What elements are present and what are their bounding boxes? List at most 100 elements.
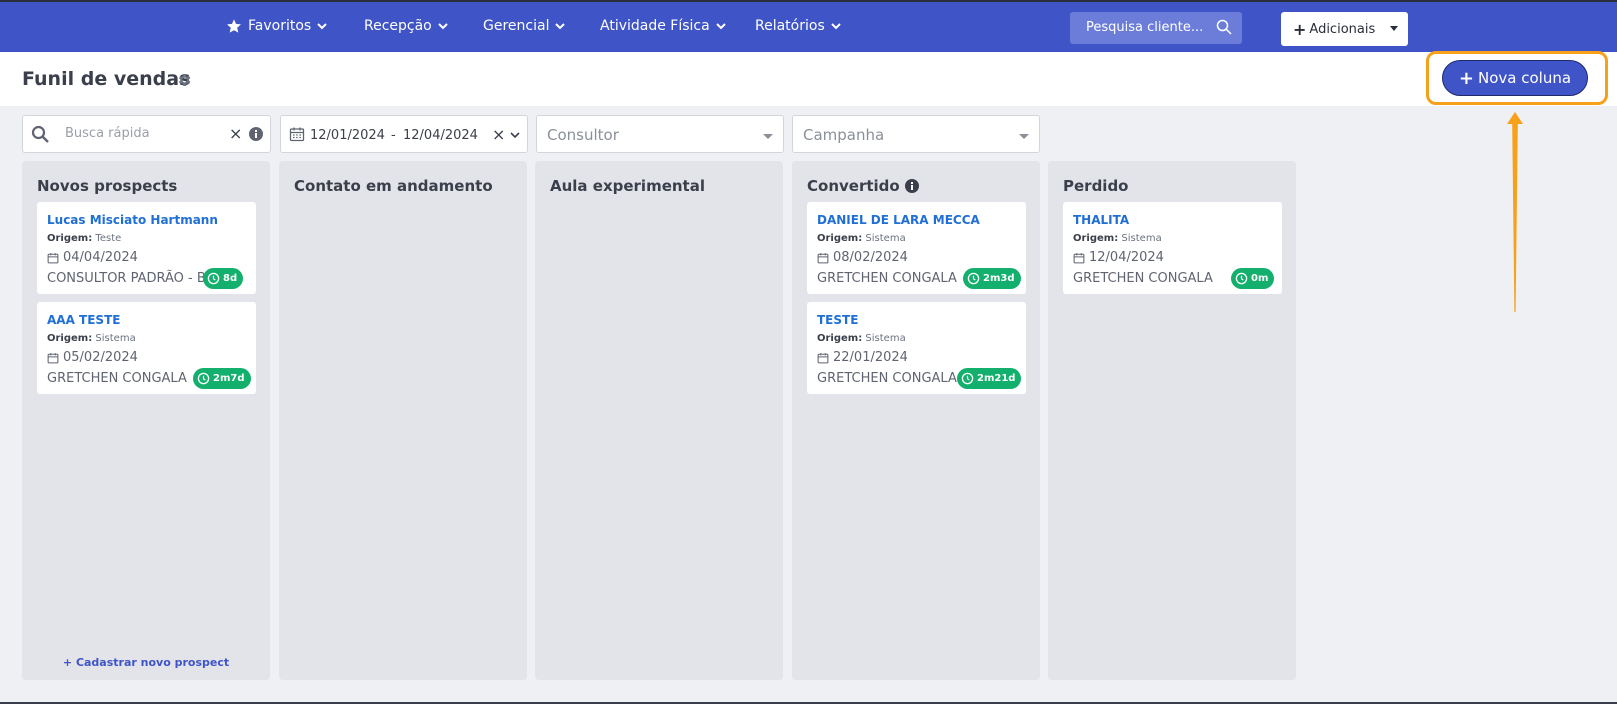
chevron-down-icon xyxy=(317,23,327,30)
gear-icon[interactable] xyxy=(176,72,192,88)
prospect-card[interactable]: AAA TESTE Origem: Sistema 05/02/2024 GRE… xyxy=(37,302,256,394)
date-value: 05/02/2024 xyxy=(63,350,138,365)
nav-recepcao[interactable]: Recepção xyxy=(364,18,448,34)
date-from[interactable]: 12/01/2024 xyxy=(310,128,385,143)
info-icon[interactable] xyxy=(249,127,263,141)
column-title: Convertido xyxy=(807,177,900,195)
adicionais-label: Adicionais xyxy=(1309,21,1376,37)
consultor-select[interactable]: Consultor xyxy=(536,115,784,153)
date-value: 12/04/2024 xyxy=(1089,250,1164,265)
info-icon[interactable] xyxy=(904,179,919,193)
column-title-wrap: Convertido xyxy=(807,177,919,195)
plus-icon: + xyxy=(1293,19,1307,39)
cadastrar-prospect-label: Cadastrar novo prospect xyxy=(75,656,230,669)
prospect-consultant: GRETCHEN CONGALA xyxy=(817,271,957,286)
time-badge: 2m21d xyxy=(957,368,1022,389)
column-title: Contato em andamento xyxy=(294,177,493,195)
date-value: 22/01/2024 xyxy=(833,350,908,365)
badge-value: 2m21d xyxy=(977,373,1016,384)
prospect-consultant: GRETCHEN CONGALA xyxy=(817,371,957,386)
column-title: Novos prospects xyxy=(37,177,178,195)
nav-relatorios[interactable]: Relatórios xyxy=(755,18,841,34)
origin-value: Teste xyxy=(95,233,122,244)
column-title: Aula experimental xyxy=(550,177,705,195)
column-novos-prospects: Novos prospects Lucas Misciato Hartmann … xyxy=(22,161,270,680)
calendar-icon xyxy=(47,352,59,363)
origin-value: Sistema xyxy=(95,333,136,344)
date-to[interactable]: 12/04/2024 xyxy=(403,128,478,143)
chevron-down-icon[interactable] xyxy=(510,130,520,140)
date-separator: - xyxy=(391,128,396,143)
prospect-origin: Origem: Sistema xyxy=(1073,233,1162,244)
nav-label: Recepção xyxy=(364,18,432,34)
date-value: 04/04/2024 xyxy=(63,250,138,265)
nav-label: Atividade Física xyxy=(600,18,710,34)
nav-atividade-fisica[interactable]: Atividade Física xyxy=(600,18,726,34)
badge-value: 2m3d xyxy=(983,273,1015,284)
calendar-icon xyxy=(817,352,829,363)
calendar-icon xyxy=(1073,252,1085,263)
date-value: 08/02/2024 xyxy=(833,250,908,265)
prospect-card[interactable]: TESTE Origem: Sistema 22/01/2024 GRETCHE… xyxy=(807,302,1026,394)
calendar-icon xyxy=(47,252,59,263)
plus-icon: + xyxy=(1458,67,1475,89)
prospect-consultant: CONSULTOR PADRÃO - B... xyxy=(47,271,219,286)
cadastrar-prospect-link[interactable]: + Cadastrar novo prospect xyxy=(22,656,270,669)
prospect-card[interactable]: Lucas Misciato Hartmann Origem: Teste 04… xyxy=(37,202,256,294)
prospect-date: 05/02/2024 xyxy=(47,350,138,365)
badge-value: 8d xyxy=(223,273,238,284)
chevron-down-icon xyxy=(438,23,448,30)
quick-search-input[interactable]: Busca rápida × xyxy=(22,115,271,153)
prospect-date: 22/01/2024 xyxy=(817,350,908,365)
clock-icon xyxy=(961,372,974,385)
prospect-name[interactable]: Lucas Misciato Hartmann xyxy=(47,213,218,227)
nav-label: Gerencial xyxy=(483,18,550,34)
clear-icon[interactable]: × xyxy=(492,125,505,144)
prospect-origin: Origem: Sistema xyxy=(47,333,136,344)
adicionais-button[interactable]: + Adicionais xyxy=(1281,12,1408,46)
caret-down-icon[interactable] xyxy=(1390,26,1398,31)
prospect-origin: Origem: Teste xyxy=(47,233,121,244)
date-range-input[interactable]: 12/01/2024 - 12/04/2024 × xyxy=(280,115,528,153)
search-icon xyxy=(31,125,49,143)
origin-label: Origem: xyxy=(817,333,863,344)
page-title: Funil de vendas xyxy=(22,68,191,90)
time-badge: 2m3d xyxy=(963,268,1021,289)
prospect-name[interactable]: THALITA xyxy=(1073,213,1129,227)
nav-label: Relatórios xyxy=(755,18,825,34)
prospect-name[interactable]: TESTE xyxy=(817,313,858,327)
time-badge: 0m xyxy=(1231,268,1275,289)
client-search-input[interactable]: Pesquisa cliente... xyxy=(1070,12,1242,44)
origin-label: Origem: xyxy=(817,233,863,244)
calendar-icon xyxy=(289,127,305,142)
chevron-down-icon xyxy=(715,23,726,30)
consultor-placeholder: Consultor xyxy=(547,126,619,144)
clock-icon xyxy=(207,272,220,285)
badge-value: 2m7d xyxy=(213,373,245,384)
clock-icon xyxy=(197,372,210,385)
prospect-name[interactable]: AAA TESTE xyxy=(47,313,120,327)
nova-coluna-button[interactable]: + Nova coluna xyxy=(1442,60,1588,96)
campanha-select[interactable]: Campanha xyxy=(792,115,1040,153)
top-navbar: Favoritos Recepção Gerencial Atividade F… xyxy=(0,0,1617,52)
nav-favoritos[interactable]: Favoritos xyxy=(226,18,327,34)
origin-value: Sistema xyxy=(1121,233,1162,244)
column-perdido: Perdido THALITA Origem: Sistema 12/04/20… xyxy=(1048,161,1296,680)
annotation-arrow xyxy=(1507,112,1523,312)
caret-down-icon xyxy=(763,134,773,139)
prospect-consultant: GRETCHEN CONGALA xyxy=(1073,271,1213,286)
origin-value: Sistema xyxy=(865,333,906,344)
prospect-consultant: GRETCHEN CONGALA xyxy=(47,371,187,386)
prospect-card[interactable]: THALITA Origem: Sistema 12/04/2024 GRETC… xyxy=(1063,202,1282,294)
nav-label: Favoritos xyxy=(248,18,312,34)
badge-value: 0m xyxy=(1251,273,1269,284)
column-contato-em-andamento: Contato em andamento xyxy=(279,161,527,680)
prospect-card[interactable]: DANIEL DE LARA MECCA Origem: Sistema 08/… xyxy=(807,202,1026,294)
chevron-down-icon xyxy=(555,23,566,30)
clear-icon[interactable]: × xyxy=(229,124,242,143)
search-icon[interactable] xyxy=(1216,19,1232,35)
prospect-name[interactable]: DANIEL DE LARA MECCA xyxy=(817,213,980,227)
clock-icon xyxy=(1235,272,1248,285)
nav-gerencial[interactable]: Gerencial xyxy=(483,18,566,34)
quick-search-placeholder: Busca rápida xyxy=(65,126,150,141)
